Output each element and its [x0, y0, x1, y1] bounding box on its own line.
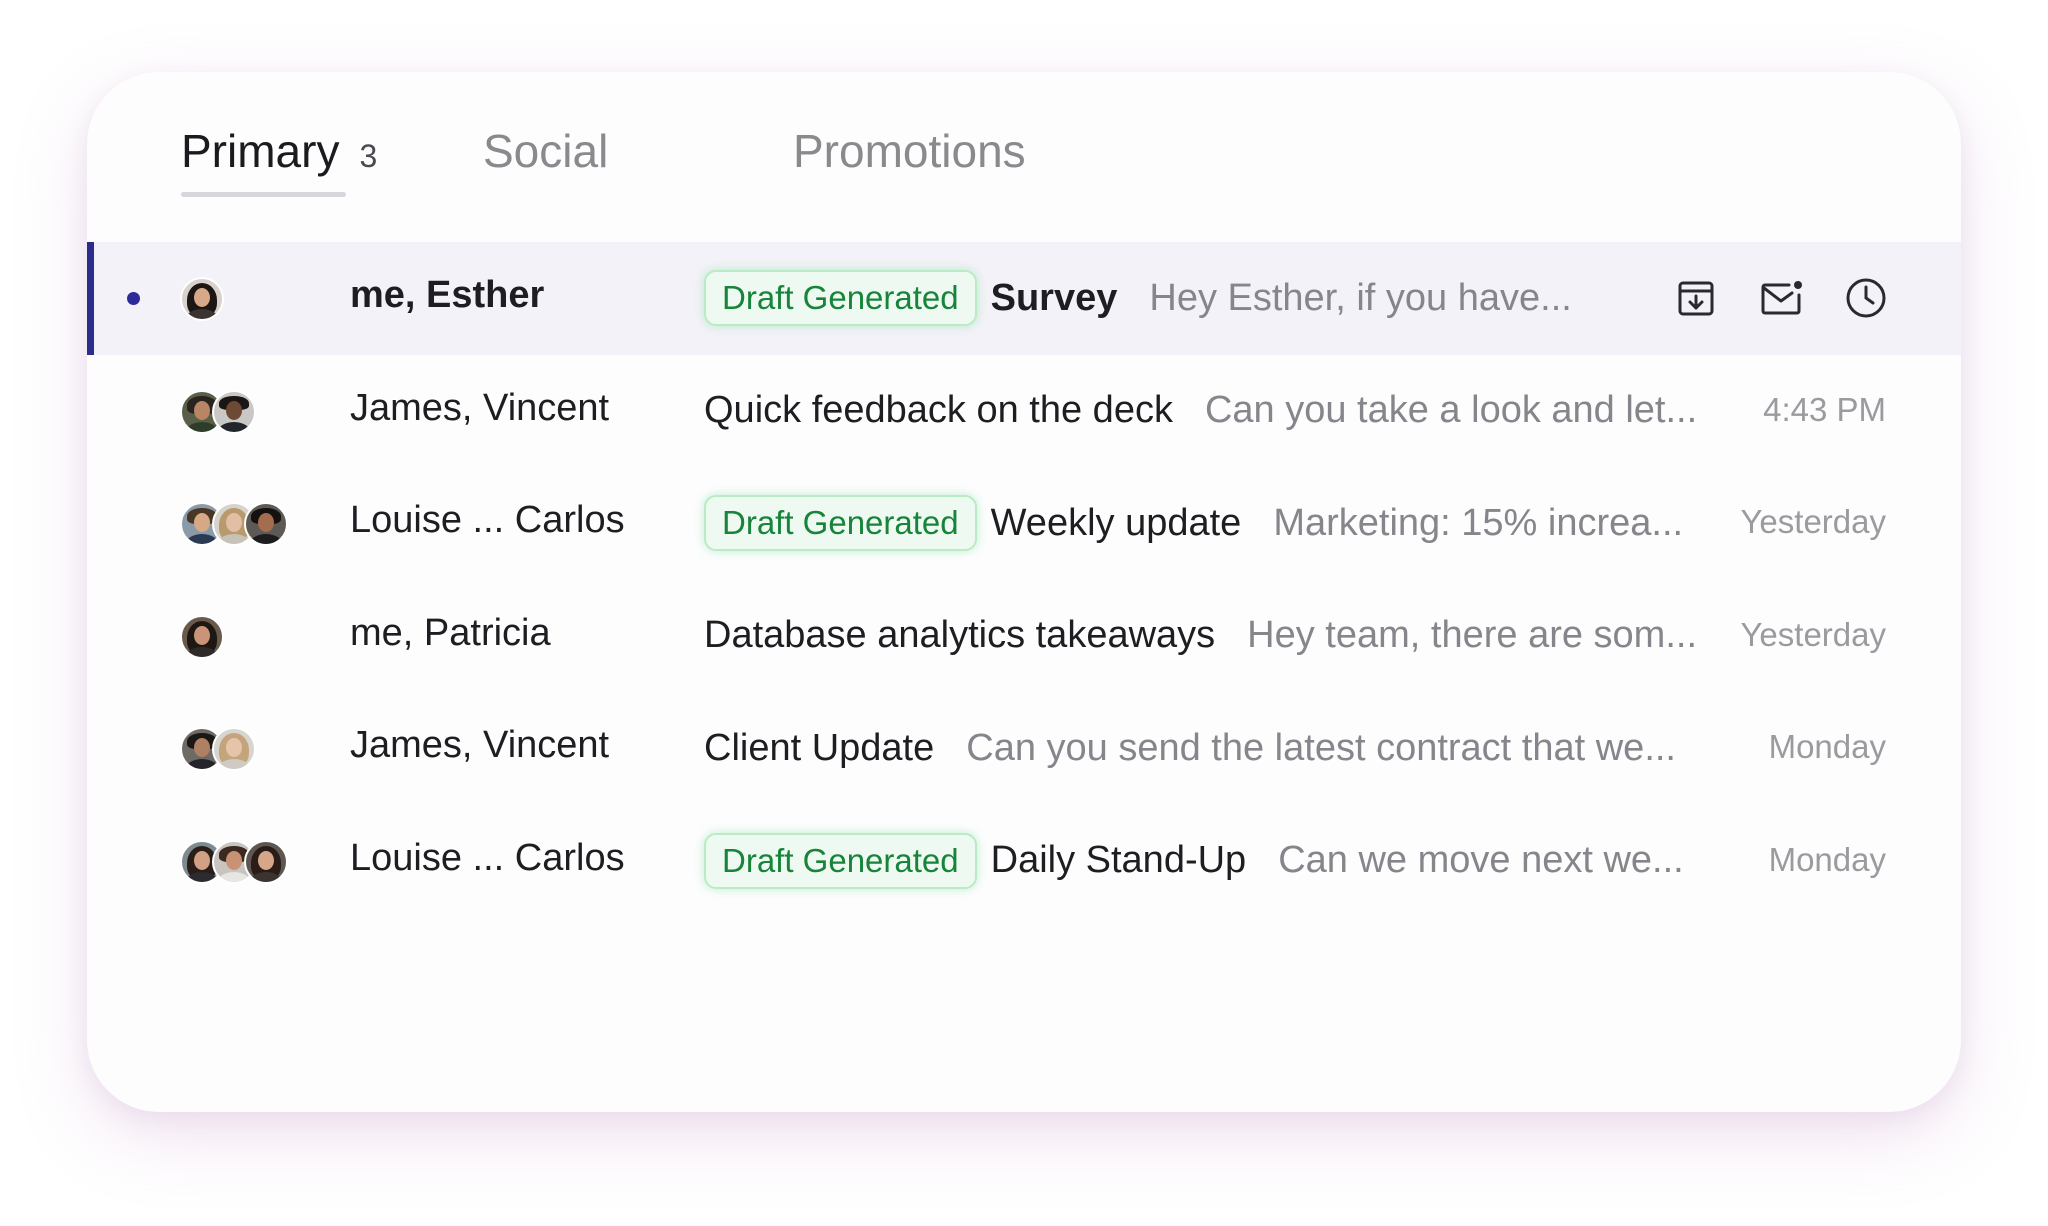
email-subject: Client Update: [704, 726, 935, 769]
inbox-card: Primary 3 Social Promotions me, Esther Dr…: [87, 72, 1961, 1112]
email-sender: me, Patricia: [350, 611, 551, 654]
active-tab-underline: [181, 192, 346, 197]
draft-generated-badge: Draft Generated: [704, 495, 977, 551]
email-content: Quick feedback on the deck Can you take …: [704, 379, 1697, 443]
email-content: Draft Generated Daily Stand-Up Can we mo…: [704, 829, 1684, 893]
email-snippet: Can you send the latest contract that we…: [966, 726, 1676, 769]
archive-icon[interactable]: [1672, 274, 1720, 322]
email-time: Yesterday: [1740, 503, 1886, 540]
tab-social[interactable]: Social: [483, 124, 608, 178]
email-subject: Daily Stand-Up: [990, 839, 1247, 881]
email-time: Monday: [1768, 840, 1886, 878]
email-time: Monday: [1768, 728, 1886, 765]
email-row[interactable]: James, Vincent Quick feedback on the dec…: [87, 355, 1961, 468]
tab-primary[interactable]: Primary 3: [181, 124, 378, 197]
email-row[interactable]: James, Vincent Client Update Can you sen…: [87, 692, 1961, 805]
email-sender: Louise ... Carlos: [350, 836, 625, 879]
row-actions: [1672, 274, 1892, 322]
tab-primary-label: Primary: [181, 125, 340, 177]
email-sender: James, Vincent: [350, 724, 610, 766]
avatar: [244, 839, 288, 884]
email-sender: James, Vincent: [350, 386, 610, 429]
avatar: [244, 502, 288, 546]
avatar: [212, 727, 256, 771]
email-time: Yesterday: [1740, 615, 1886, 653]
email-subject: Database analytics takeaways: [704, 614, 1216, 656]
tab-promotions-label: Promotions: [793, 125, 1026, 177]
tab-promotions[interactable]: Promotions: [793, 124, 1026, 178]
tab-primary-count: 3: [359, 138, 378, 174]
email-row[interactable]: Louise ... Carlos Draft Generated Daily …: [87, 805, 1961, 918]
email-subject: Survey: [990, 276, 1118, 319]
draft-generated-badge: Draft Generated: [704, 832, 977, 889]
avatar: [180, 277, 224, 321]
avatar: [212, 389, 256, 434]
email-sender: Louise ... Carlos: [350, 499, 625, 541]
email-snippet: Can we move next we...: [1278, 839, 1684, 881]
draft-generated-badge: Draft Generated: [704, 270, 977, 326]
email-content: Draft Generated Weekly update Marketing:…: [704, 491, 1683, 555]
email-row[interactable]: me, Patricia Database analytics takeaway…: [87, 580, 1961, 693]
email-snippet: Marketing: 15% increa...: [1273, 501, 1684, 544]
email-subject: Quick feedback on the deck: [704, 389, 1173, 431]
email-row[interactable]: Louise ... Carlos Draft Generated Weekly…: [87, 467, 1961, 580]
email-snippet: Can you take a look and let...: [1204, 389, 1698, 431]
email-snippet: Hey team, there are som...: [1247, 614, 1698, 656]
email-content: Client Update Can you send the latest co…: [704, 716, 1676, 780]
avatar: [180, 614, 224, 659]
email-sender: me, Esther: [350, 274, 545, 316]
snooze-clock-icon[interactable]: [1842, 274, 1890, 322]
email-time: 4:43 PM: [1763, 390, 1886, 428]
email-list: me, Esther Draft Generated Survey Hey Es…: [87, 242, 1961, 917]
email-content: Draft Generated Survey Hey Esther, if yo…: [704, 266, 1572, 330]
email-row[interactable]: me, Esther Draft Generated Survey Hey Es…: [87, 242, 1961, 355]
mark-unread-icon[interactable]: [1758, 274, 1806, 322]
email-subject: Weekly update: [990, 501, 1242, 544]
tab-social-label: Social: [483, 125, 609, 177]
email-snippet: Hey Esther, if you have...: [1149, 276, 1572, 319]
email-content: Database analytics takeaways Hey team, t…: [704, 604, 1697, 668]
unread-indicator: [127, 292, 140, 305]
